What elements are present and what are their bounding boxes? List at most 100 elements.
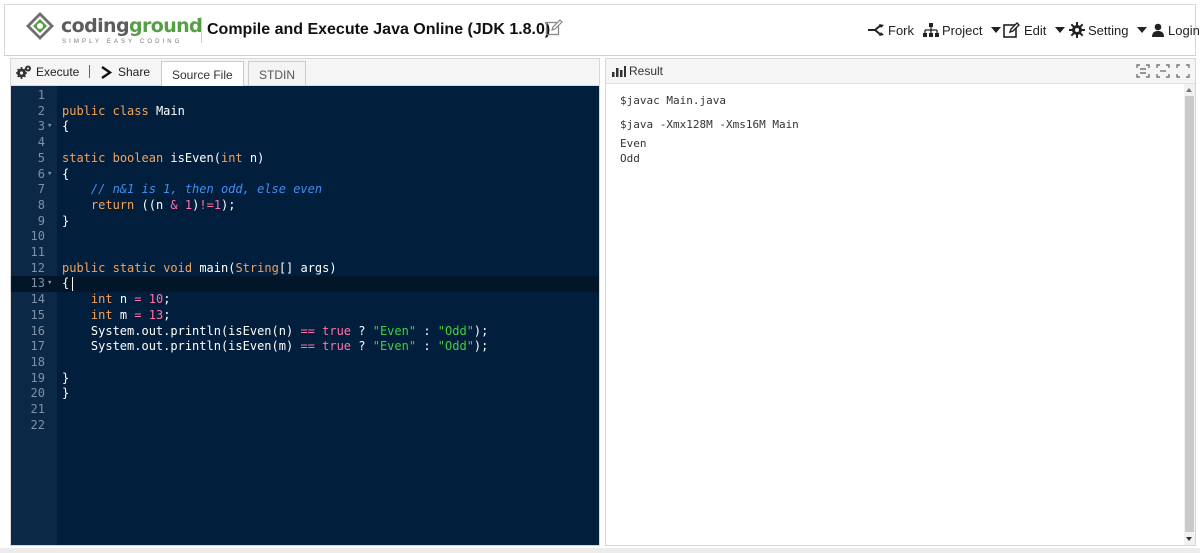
user-icon — [1152, 23, 1164, 37]
terminal-chevron-icon — [101, 65, 113, 79]
scroll-down-icon[interactable] — [1186, 537, 1192, 541]
chevron-down-icon — [1055, 27, 1066, 33]
line-number: 15 — [30, 307, 45, 322]
code-line: 4 — [11, 135, 599, 151]
toolbar-divider — [89, 65, 90, 78]
code-line: 2 public class Main — [11, 104, 599, 120]
code-token: ); — [473, 339, 489, 354]
line-number: 9 — [37, 213, 45, 228]
code-token: { — [62, 166, 70, 181]
result-title: Result — [612, 64, 663, 78]
code-token: { — [62, 119, 70, 134]
page-title: Compile and Execute Java Online (JDK 1.8… — [207, 21, 551, 38]
execute-label: Execute — [36, 65, 80, 79]
code-editor[interactable]: 1 2 public class Main 3 ▾{ 4 5 static boole… — [11, 86, 599, 545]
fork-menu[interactable]: Fork — [867, 21, 914, 39]
code-token: 13 — [148, 307, 164, 322]
editor-toolbar: Execute Share Source File STDIN — [11, 59, 599, 86]
code-token: 10 — [148, 292, 164, 307]
code-line-active: 13 ▾ { — [11, 276, 599, 293]
code-token: = — [134, 292, 142, 307]
collapse-panel-icon[interactable] — [1136, 64, 1150, 78]
code-token: } — [62, 370, 70, 385]
result-scrollbar[interactable] — [1184, 84, 1195, 545]
result-panel: Result $javac Main.java $java -Xmx128M -… — [605, 58, 1196, 546]
code-token: static — [112, 260, 156, 275]
line-number: 3 — [37, 119, 45, 134]
code-line: 18 — [11, 355, 599, 371]
code-token: ); — [473, 323, 489, 338]
coding-ground-logo[interactable]: codingground SIMPLY EASY CODING — [25, 11, 203, 51]
logo-word-ground: ground — [128, 15, 203, 37]
code-token: public — [62, 103, 106, 118]
login-label: Login — [1168, 22, 1200, 38]
code-line: 10 — [11, 229, 599, 245]
restore-panel-icon[interactable] — [1156, 64, 1170, 78]
code-token: ; — [163, 292, 171, 307]
code-token: : — [423, 339, 431, 354]
code-token: System.out.println(isEven(m) — [90, 339, 294, 354]
tab-stdin[interactable]: STDIN — [248, 61, 306, 85]
code-token: { — [62, 276, 70, 291]
code-line: 6 ▾ { — [11, 167, 599, 183]
line-number: 1 — [37, 88, 45, 102]
execute-button[interactable]: Execute — [16, 65, 79, 79]
output-line: Odd — [620, 152, 640, 165]
edit-menu[interactable]: Edit — [1003, 21, 1066, 39]
header-divider — [201, 17, 202, 43]
sitemap-icon — [923, 23, 939, 37]
code-token: "Odd" — [437, 339, 474, 354]
fold-arrow-icon[interactable]: ▾ — [47, 276, 52, 292]
output-line: $javac Main.java — [620, 94, 726, 107]
setting-menu[interactable]: Setting — [1069, 21, 1148, 39]
fold-arrow-icon[interactable]: ▾ — [47, 119, 52, 135]
gear-icon — [1069, 22, 1085, 38]
line-number: 18 — [30, 354, 45, 369]
code-line: 15 int m = 13; — [11, 308, 599, 324]
login-link[interactable]: Login — [1151, 21, 1200, 39]
code-token: ; — [163, 307, 171, 322]
code-token: int — [90, 292, 113, 307]
line-number: 13 — [30, 276, 45, 291]
line-number: 2 — [37, 103, 45, 118]
logo-word-coding: coding — [61, 15, 130, 37]
result-title-label: Result — [629, 64, 664, 78]
fork-label: Fork — [888, 22, 914, 38]
project-label: Project — [942, 22, 983, 38]
code-token: n) — [249, 150, 265, 165]
code-token: int — [220, 150, 243, 165]
fold-arrow-icon[interactable]: ▾ — [47, 167, 52, 183]
fork-icon — [868, 24, 884, 36]
code-line: 11 — [11, 245, 599, 261]
code-token: = — [134, 307, 142, 322]
code-token: System.out.println(isEven(n) — [90, 323, 294, 338]
scroll-up-icon[interactable] — [1186, 88, 1192, 92]
code-token: true — [322, 339, 352, 354]
code-token: "Even" — [372, 339, 417, 354]
code-token: 1 — [213, 197, 222, 212]
result-output: $javac Main.java $java -Xmx128M -Xms16M … — [606, 84, 1184, 545]
line-number: 12 — [30, 260, 45, 275]
code-token: public — [62, 260, 106, 275]
code-line: 8 return ((n & 1)!=1); — [11, 198, 599, 214]
page-footer-strip — [0, 548, 1200, 553]
top-navbar: codingground SIMPLY EASY CODING Compile … — [4, 4, 1200, 56]
result-header: Result — [606, 59, 1195, 84]
tab-source-file[interactable]: Source File — [161, 61, 244, 86]
code-token: String — [235, 260, 279, 275]
fullscreen-icon[interactable] — [1176, 64, 1190, 78]
code-token: boolean — [112, 150, 164, 165]
code-line: 9} — [11, 214, 599, 230]
line-number: 19 — [30, 370, 45, 385]
edit-title-icon[interactable] — [545, 19, 563, 37]
code-token: "Odd" — [437, 323, 474, 338]
code-line: 7 // n&1 is 1, then odd, else even — [11, 182, 599, 198]
project-menu[interactable]: Project — [923, 21, 1002, 39]
code-token: isEven( — [170, 150, 221, 165]
code-line: 14 int n = 10; — [11, 292, 599, 308]
code-token: ? — [358, 323, 366, 338]
code-token: != — [199, 197, 214, 212]
scroll-thumb[interactable] — [1185, 96, 1194, 532]
code-token: ); — [221, 197, 236, 212]
share-button[interactable]: Share — [101, 65, 150, 79]
